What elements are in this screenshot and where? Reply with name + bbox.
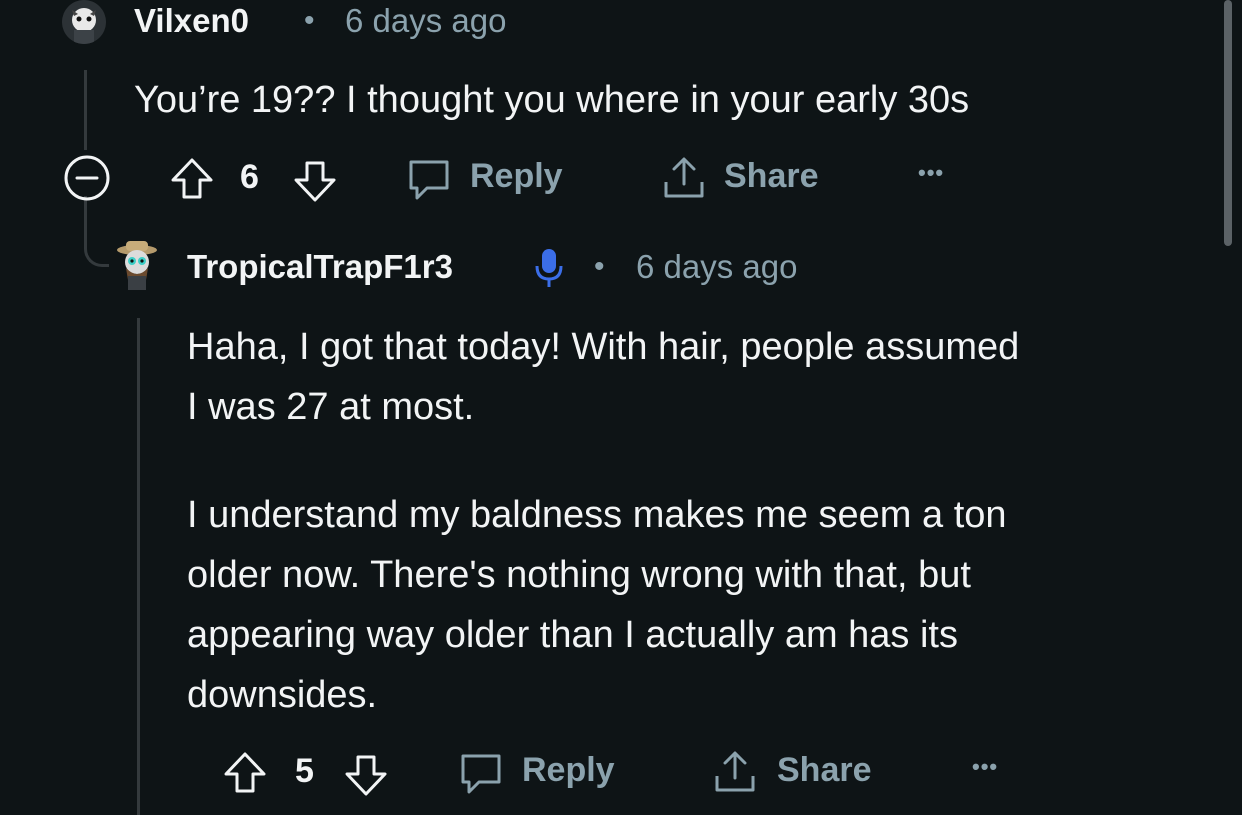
snoo-avatar-icon <box>62 0 106 44</box>
more-options-button[interactable]: ••• <box>972 754 998 780</box>
scrollbar-thumb[interactable] <box>1224 0 1232 246</box>
share-button[interactable]: Share <box>724 157 819 196</box>
reply-button[interactable]: Reply <box>522 751 615 790</box>
comment-text-line: downsides. <box>187 674 378 716</box>
comment-thread: Vilxen0 • 6 days ago You’re 19?? I thoug… <box>0 0 1242 815</box>
vote-count: 6 <box>240 158 259 196</box>
comment-text-line: You’re 19?? I thought you where in your … <box>134 79 970 121</box>
microphone-badge-icon <box>535 249 563 287</box>
upvote-icon[interactable] <box>169 156 215 202</box>
comment-timestamp[interactable]: 6 days ago <box>345 2 506 40</box>
comment-text-line: I was 27 at most. <box>187 386 475 428</box>
comment-text-line: Haha, I got that today! With hair, peopl… <box>187 326 1020 368</box>
comment-author[interactable]: TropicalTrapF1r3 <box>187 248 453 286</box>
reply-icon[interactable] <box>405 156 453 204</box>
comment-text-line: appearing way older than I actually am h… <box>187 614 958 656</box>
reply-button[interactable]: Reply <box>470 157 563 196</box>
meta-separator: • <box>304 4 315 37</box>
thread-branch-curve <box>84 196 109 267</box>
reply-icon[interactable] <box>457 750 505 798</box>
avatar[interactable] <box>114 240 160 290</box>
comment-timestamp[interactable]: 6 days ago <box>636 248 797 286</box>
comment-text-line: older now. There's nothing wrong with th… <box>187 554 971 596</box>
share-icon[interactable] <box>660 154 708 202</box>
upvote-icon[interactable] <box>222 750 268 796</box>
comment-body: Haha, I got that today! With hair, peopl… <box>187 317 1019 725</box>
downvote-icon[interactable] <box>343 752 389 798</box>
comment-text-line: I understand my baldness makes me seem a… <box>187 494 1007 536</box>
snoo-explorer-avatar-icon <box>117 241 157 290</box>
share-icon[interactable] <box>711 748 759 796</box>
thread-line-reply[interactable] <box>137 318 140 815</box>
downvote-icon[interactable] <box>292 158 338 204</box>
thread-line-parent[interactable] <box>84 70 87 150</box>
avatar[interactable] <box>62 0 106 44</box>
vote-count: 5 <box>295 752 314 790</box>
more-options-button[interactable]: ••• <box>918 160 944 186</box>
comment-body: You’re 19?? I thought you where in your … <box>134 70 969 130</box>
collapse-icon[interactable] <box>62 153 112 203</box>
meta-separator: • <box>594 250 605 283</box>
comment-author[interactable]: Vilxen0 <box>134 2 249 40</box>
share-button[interactable]: Share <box>777 751 872 790</box>
